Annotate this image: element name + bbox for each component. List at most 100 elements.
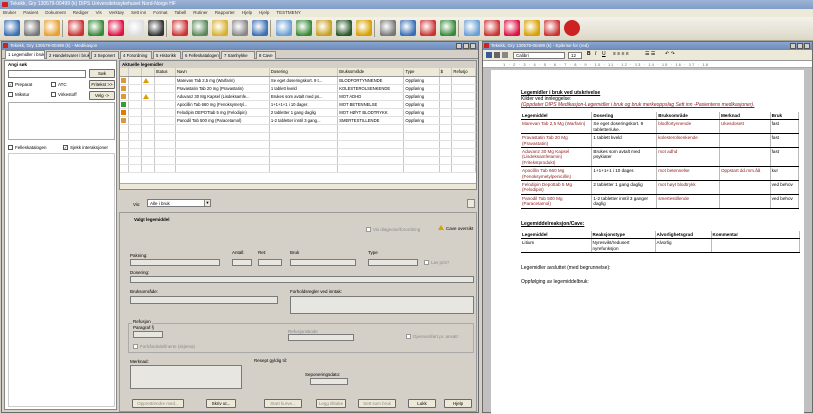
- document-body[interactable]: Legemidler i bruk ved utskrivelse Kilder…: [521, 90, 800, 285]
- detail-button-1[interactable]: Skriv ut...: [206, 399, 236, 408]
- search-results-list[interactable]: [8, 102, 115, 140]
- gjennomfort-checkbox[interactable]: [406, 334, 411, 339]
- search-input[interactable]: [8, 70, 86, 78]
- tab-7[interactable]: 7 Samhykke: [221, 51, 255, 59]
- menu-item[interactable]: Rutiner: [193, 10, 208, 15]
- doc-maximize-button[interactable]: [797, 43, 803, 49]
- logo-icon[interactable]: [564, 20, 580, 36]
- fritekst-button[interactable]: Fritekst >>: [89, 80, 115, 89]
- tab-3[interactable]: 3 Seponert: [91, 51, 119, 59]
- pakning-select[interactable]: [130, 259, 220, 266]
- detail-button-3[interactable]: Legg tilbake: [316, 399, 346, 408]
- alert-icon[interactable]: [108, 20, 124, 36]
- patient-icon[interactable]: [4, 20, 20, 36]
- virkestoff-radio[interactable]: [51, 92, 56, 97]
- table-row[interactable]: Felodipin DEPOTtab 5 mg (Felodipin) 2 tab…: [120, 108, 476, 117]
- type-select[interactable]: [368, 259, 418, 266]
- merknad-input[interactable]: [130, 365, 242, 389]
- forholdsregler-input[interactable]: [290, 296, 474, 314]
- add-icon[interactable]: [68, 20, 84, 36]
- menu-item[interactable]: Format: [153, 10, 167, 15]
- detail-button-0[interactable]: Opprett/endre med...: [132, 399, 184, 408]
- grid-column-header[interactable]: Status: [154, 68, 176, 77]
- dosering-input[interactable]: [130, 276, 474, 283]
- settings-icon[interactable]: [484, 20, 500, 36]
- felleskatalogen-checkbox[interactable]: [8, 145, 13, 150]
- antall-input[interactable]: [232, 259, 252, 266]
- menu-item[interactable]: Hjelp: [259, 10, 269, 15]
- menu-item[interactable]: Vis: [96, 10, 102, 15]
- detail-button-6[interactable]: Hjelp: [444, 399, 472, 408]
- paragraf-select[interactable]: [133, 331, 163, 338]
- attachment-icon[interactable]: [544, 20, 560, 36]
- document-icon[interactable]: [128, 20, 144, 36]
- ret-select[interactable]: [258, 259, 282, 266]
- grid-column-header[interactable]: Refusjo: [451, 68, 476, 77]
- table-row[interactable]: Marevan Tab 2,5 mg (Warfarin) Se eget dos…: [120, 76, 476, 85]
- forhandsdefinerte-checkbox[interactable]: [133, 344, 138, 349]
- search-patient-icon[interactable]: [24, 20, 40, 36]
- menu-item[interactable]: Rediger: [73, 10, 89, 15]
- sjekk-interaksjoner-checkbox[interactable]: ✓: [63, 145, 68, 150]
- detail-button-4[interactable]: Sett som bruk: [358, 399, 396, 408]
- minimize-button[interactable]: [456, 43, 462, 49]
- dialog-icon[interactable]: [172, 20, 188, 36]
- preview-icon[interactable]: [502, 52, 508, 58]
- tab-1[interactable]: 1 Legemidler i bruk: [5, 50, 45, 59]
- forordning-checkbox[interactable]: [366, 227, 371, 232]
- underline-icon[interactable]: U: [602, 51, 606, 57]
- menu-item[interactable]: Pasient: [23, 10, 38, 15]
- bold-icon[interactable]: B: [587, 51, 591, 57]
- tab-8[interactable]: 8 Cave: [256, 51, 276, 59]
- help-icon[interactable]: [356, 20, 372, 36]
- grid-column-header[interactable]: [120, 68, 130, 77]
- medication-icon[interactable]: [88, 20, 104, 36]
- contacts-icon[interactable]: [44, 20, 60, 36]
- order-icon[interactable]: [336, 20, 352, 36]
- bell-icon[interactable]: [524, 20, 540, 36]
- lab-icon[interactable]: [276, 20, 292, 36]
- close-button[interactable]: [470, 43, 476, 49]
- table-row[interactable]: Panodil Tab 500 mg (Paracetamol) 1-2 tabl…: [120, 116, 476, 125]
- italic-icon[interactable]: I: [595, 51, 596, 57]
- doc-close-button[interactable]: [804, 43, 810, 49]
- atc-radio[interactable]: [51, 82, 56, 87]
- font-select[interactable]: Calibri: [513, 52, 565, 59]
- menu-item[interactable]: Bruker: [3, 10, 16, 15]
- print-icon[interactable]: [494, 52, 500, 58]
- import-icon[interactable]: [464, 20, 480, 36]
- tab-5[interactable]: 5 Historikk: [153, 51, 181, 59]
- tab-2[interactable]: 2 Handelsvarer i bruk: [46, 51, 90, 59]
- detail-button-5[interactable]: Lukk: [408, 399, 436, 408]
- table-row[interactable]: Aduvanz 30 Mg Kapsel (Lisdeksamfe... Bruk…: [120, 92, 476, 101]
- export-icon[interactable]: [440, 20, 456, 36]
- menu-item[interactable]: TESTMENY: [276, 10, 301, 15]
- user-icon[interactable]: [148, 20, 164, 36]
- grid-column-header[interactable]: Dosering: [269, 68, 339, 77]
- flag-icon[interactable]: [504, 20, 520, 36]
- table-row[interactable]: Pravastatin Tab 20 mg (Pravastatin) 1 tab…: [120, 84, 476, 93]
- menu-item[interactable]: Rapporter: [215, 10, 235, 15]
- table-row[interactable]: Apocillin Tab 660 mg (Fenoksymetyl... 1+1…: [120, 100, 476, 109]
- list-icon[interactable]: [296, 20, 312, 36]
- save-icon[interactable]: [486, 52, 492, 58]
- grid-column-header[interactable]: Bruksområde: [337, 68, 405, 77]
- lav-pris-checkbox[interactable]: [424, 260, 429, 265]
- grid-column-header[interactable]: [128, 68, 142, 77]
- task-icon[interactable]: [316, 20, 332, 36]
- detail-button-2[interactable]: Start kurve...: [264, 399, 302, 408]
- menu-item[interactable]: Verktøy: [109, 10, 124, 15]
- refresh-icon[interactable]: [380, 20, 396, 36]
- menu-item[interactable]: Tabell: [175, 10, 187, 15]
- grid-column-header[interactable]: [141, 68, 155, 77]
- align-icons[interactable]: ≡ ≡ ≡ ≡: [613, 51, 629, 57]
- zoom-icons[interactable]: ↶ ↷: [665, 51, 675, 57]
- grid-column-header[interactable]: Type: [403, 68, 440, 77]
- menu-item[interactable]: Sett inn: [131, 10, 146, 15]
- grid-column-header[interactable]: $: [439, 68, 453, 77]
- bruk-select[interactable]: [290, 259, 356, 266]
- maximize-button[interactable]: [463, 43, 469, 49]
- mikstur-checkbox[interactable]: [8, 92, 13, 97]
- filter-select[interactable]: Alle i bruk ▼: [147, 199, 211, 207]
- chart-icon[interactable]: [252, 20, 268, 36]
